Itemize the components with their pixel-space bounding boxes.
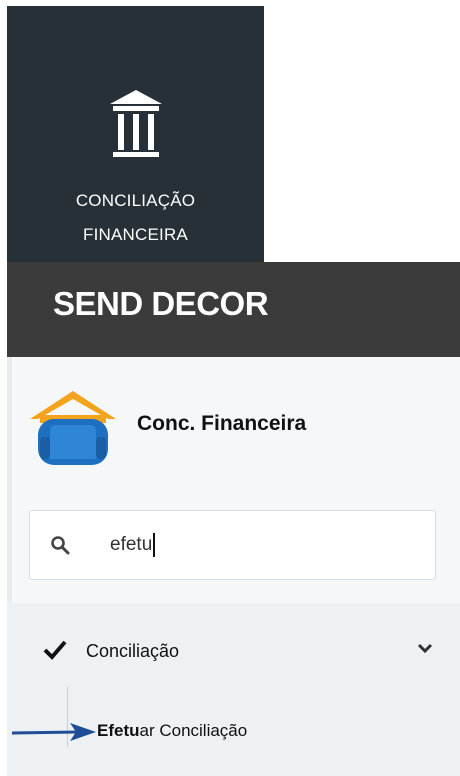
- module-tile-label: CONCILIAÇÃO FINANCEIRA: [76, 184, 195, 252]
- submenu-tree-line: [67, 687, 68, 747]
- sidebar-edge: [7, 357, 12, 607]
- app-title: Conc. Financeira: [137, 412, 307, 435]
- armchair-house-logo: [30, 391, 116, 465]
- menu-item-conciliacao[interactable]: Conciliação: [7, 621, 460, 677]
- search-input[interactable]: efetu: [29, 510, 436, 580]
- search-query[interactable]: efetu: [110, 533, 156, 557]
- menu-item-label: Conciliação: [86, 641, 180, 661]
- module-tile-label-line1: CONCILIAÇÃO: [75, 191, 196, 210]
- check-icon: [43, 640, 67, 660]
- brand-name: SEND DECOR: [53, 285, 269, 322]
- submenu-item-rest: ar Conciliação: [139, 721, 248, 740]
- bank-icon: [109, 90, 162, 157]
- submenu-item-efetuar-conciliacao[interactable]: Efetuar Conciliação: [97, 717, 247, 745]
- search-icon: [51, 536, 70, 555]
- sidebar-menu: Conciliação Efetuar Conciliação: [7, 603, 460, 776]
- submenu-item-match: Efetu: [97, 721, 140, 740]
- sidebar-panel: Conc. Financeira efetu Conciliação Efetu…: [7, 357, 460, 776]
- module-tile-label-line2: FINANCEIRA: [83, 225, 188, 244]
- module-tile-conciliacao-financeira[interactable]: CONCILIAÇÃO FINANCEIRA: [7, 6, 264, 262]
- chevron-down-icon[interactable]: [417, 643, 433, 655]
- brand-header: SEND DECOR: [7, 262, 460, 357]
